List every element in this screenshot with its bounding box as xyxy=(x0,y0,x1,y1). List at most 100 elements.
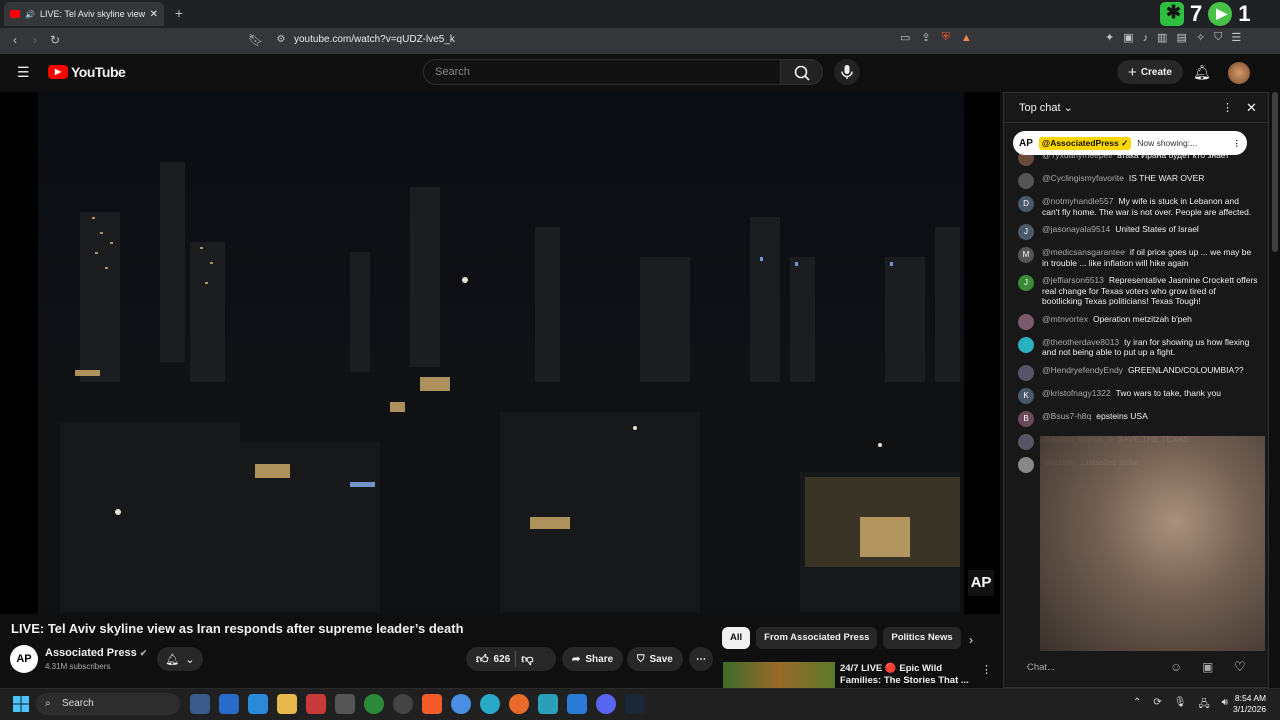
file-explorer-icon[interactable] xyxy=(277,694,297,714)
taskbar-search[interactable]: Search xyxy=(36,693,180,715)
volume-icon[interactable]: 🔊︎ xyxy=(1222,697,1228,714)
subscription-bell-button[interactable]: 🔔︎ ⌄ xyxy=(157,647,203,671)
channel-name[interactable]: Associated Press ✔ xyxy=(45,647,147,659)
chip-from-associated-press[interactable]: From Associated Press xyxy=(756,627,878,649)
chat-author[interactable]: @kristofnagy1322 xyxy=(1042,388,1111,398)
chat-message[interactable]: @Cyclingismyfavorite IS THE WAR OVER xyxy=(1018,173,1258,189)
menu-icon[interactable]: ☰ xyxy=(1231,31,1241,44)
wallet-icon[interactable]: ▤ xyxy=(1177,31,1187,44)
video-player[interactable] xyxy=(0,92,1000,614)
hamburger-menu-icon[interactable]: ☰ xyxy=(17,65,31,79)
vpn-icon[interactable]: ⛉ xyxy=(1214,31,1222,44)
chat-message[interactable]: J @jasonayala9514 United States of Israel xyxy=(1018,224,1258,240)
search-button[interactable] xyxy=(781,59,823,85)
chat-author[interactable]: @mtnvortex xyxy=(1042,314,1088,324)
pinned-menu-icon[interactable]: ⋮ xyxy=(1233,138,1242,149)
chat-message[interactable]: K @kristofnagy1322 Two wars to take, thank… xyxy=(1018,387,1258,404)
app-icon-5[interactable] xyxy=(306,694,326,714)
steam-icon[interactable] xyxy=(625,694,645,714)
brave-shield-icon[interactable]: ⛨ xyxy=(942,31,950,44)
chat-menu-icon[interactable]: ⋮ xyxy=(1222,101,1233,114)
bookmark-icon[interactable]: 🔖︎ xyxy=(248,33,263,47)
new-tab-button[interactable]: + xyxy=(170,4,188,22)
save-button[interactable]: ⛉ Save xyxy=(627,647,683,671)
youtube-logo[interactable]: ▶ YouTube xyxy=(48,64,126,80)
microphone-icon[interactable]: 🎙︎ xyxy=(1174,697,1187,714)
channel-avatar[interactable]: AP xyxy=(10,645,38,673)
close-chat-icon[interactable]: ✕ xyxy=(1246,100,1257,116)
chat-message[interactable]: @mtnvortex Operation metzitzah b'peh xyxy=(1018,313,1258,330)
account-avatar[interactable] xyxy=(1228,62,1250,84)
chat-message[interactable]: M @medicsansgarantee if oil price goes up … xyxy=(1018,247,1258,268)
close-tab-icon[interactable]: ✕ xyxy=(150,9,158,20)
chat-author[interactable]: @notmyhandle557 xyxy=(1042,196,1113,206)
audio-playing-icon[interactable]: 🔊 xyxy=(25,10,35,19)
chat-author[interactable]: @jasonayala9514 xyxy=(1042,224,1110,234)
url-field[interactable]: youtube.com/watch?v=qUDZ-lve5_k xyxy=(270,30,906,50)
chat-author[interactable]: @Cyclingismyfavorite xyxy=(1042,173,1124,183)
dislike-button[interactable]: 👎︎ xyxy=(521,652,533,667)
recommended-menu-icon[interactable]: ⋮ xyxy=(981,663,992,676)
app-icon-13[interactable] xyxy=(538,694,558,714)
cast-icon[interactable]: ▭ xyxy=(900,31,910,44)
site-info-icon[interactable]: ⚙ xyxy=(274,33,288,47)
emoji-icon[interactable]: ☺ xyxy=(1170,660,1182,674)
chat-message[interactable]: @theotherdave8013 ty iran for showing us … xyxy=(1018,336,1258,358)
chrome-icon[interactable] xyxy=(451,694,471,714)
extension-green-icon[interactable]: ✱ xyxy=(1160,2,1184,26)
chip-all[interactable]: All xyxy=(722,627,751,649)
chat-message[interactable]: D @notmyhandle557 My wife is stuck in Leba… xyxy=(1018,196,1258,217)
chat-mode-dropdown[interactable]: Top chat ⌄ xyxy=(1019,102,1073,114)
app-icon-7[interactable] xyxy=(364,694,384,714)
app-icon-2[interactable] xyxy=(219,694,239,714)
music-icon[interactable]: ♪ xyxy=(1143,32,1149,44)
share-button[interactable]: ➦ Share xyxy=(562,647,624,671)
tray-chevron-icon[interactable]: ⌃ xyxy=(1133,697,1141,714)
edge-icon[interactable] xyxy=(480,694,500,714)
chat-author[interactable]: @theotherdave8013 xyxy=(1042,337,1119,347)
app-icon-8[interactable] xyxy=(393,694,413,714)
chat-input[interactable]: Chat... xyxy=(1015,657,1195,679)
app-icon-1[interactable] xyxy=(190,694,210,714)
app-icon-3[interactable] xyxy=(248,694,268,714)
chat-author[interactable]: @HendryefendyEndy xyxy=(1042,365,1123,375)
taskbar-clock[interactable]: 8:54 AM 3/1/2026 xyxy=(1233,693,1266,715)
recommended-thumbnail[interactable] xyxy=(723,662,835,688)
browser-tab[interactable]: 🔊 LIVE: Tel Aviv skyline view as I ✕ xyxy=(4,2,164,26)
windows-start-icon[interactable] xyxy=(13,696,29,712)
chat-author[interactable]: @jeffiarson6513 xyxy=(1042,275,1104,285)
recommended-title[interactable]: 24/7 LIVE 🔴 Epic Wild Families: The Stor… xyxy=(840,663,970,687)
chat-message[interactable]: @HendryefendyEndy GREENLAND/COLOUMBIA?? xyxy=(1018,364,1258,381)
heart-icon[interactable]: ♡ xyxy=(1234,659,1246,675)
chat-author[interactable]: @Bsus7-h8q xyxy=(1042,411,1091,421)
notifications-bell-icon[interactable]: 🔔︎ xyxy=(1193,64,1211,81)
super-chat-icon[interactable]: ▣ xyxy=(1202,660,1213,674)
chat-message[interactable]: J @jeffiarson6513 Representative Jasmine C… xyxy=(1018,275,1258,307)
share-page-icon[interactable]: ⇪ xyxy=(921,31,930,44)
chip-politics-news[interactable]: Politics News xyxy=(883,627,961,649)
back-icon[interactable]: ‹ xyxy=(8,33,22,47)
chat-author[interactable]: @medicsansgarantee xyxy=(1042,247,1125,257)
brave-icon[interactable] xyxy=(422,694,442,714)
chat-message[interactable]: B @Bsus7-h8q epsteins USA xyxy=(1018,410,1258,427)
screenshot-icon[interactable]: ▣ xyxy=(1123,31,1133,44)
search-input[interactable]: Search xyxy=(423,59,781,85)
forward-icon[interactable]: › xyxy=(28,33,42,47)
sidebar-icon[interactable]: ▥ xyxy=(1157,31,1167,44)
pinned-message[interactable]: AP @AssociatedPress ✓ Now showing:... ⋮ xyxy=(1013,131,1247,155)
vscode-icon[interactable] xyxy=(567,694,587,714)
create-button[interactable]: + Create xyxy=(1117,60,1183,84)
chips-next-icon[interactable]: › xyxy=(969,633,973,647)
more-actions-button[interactable]: ⋯ xyxy=(689,647,713,671)
rewards-icon[interactable]: ▲ xyxy=(961,32,972,44)
puzzle-icon[interactable]: ✦ xyxy=(1105,31,1114,44)
network-icon[interactable]: 🖧︎ xyxy=(1198,697,1209,714)
voice-search-button[interactable] xyxy=(834,59,860,85)
ai-icon[interactable]: ✧ xyxy=(1196,31,1205,44)
app-icon-6[interactable] xyxy=(335,694,355,714)
page-scrollbar[interactable] xyxy=(1272,92,1278,252)
reload-icon[interactable]: ↻ xyxy=(48,33,62,47)
firefox-icon[interactable] xyxy=(509,694,529,714)
like-button[interactable]: 👍︎ 626 xyxy=(476,652,510,667)
tray-app-icon[interactable]: ⟳ xyxy=(1153,697,1161,714)
